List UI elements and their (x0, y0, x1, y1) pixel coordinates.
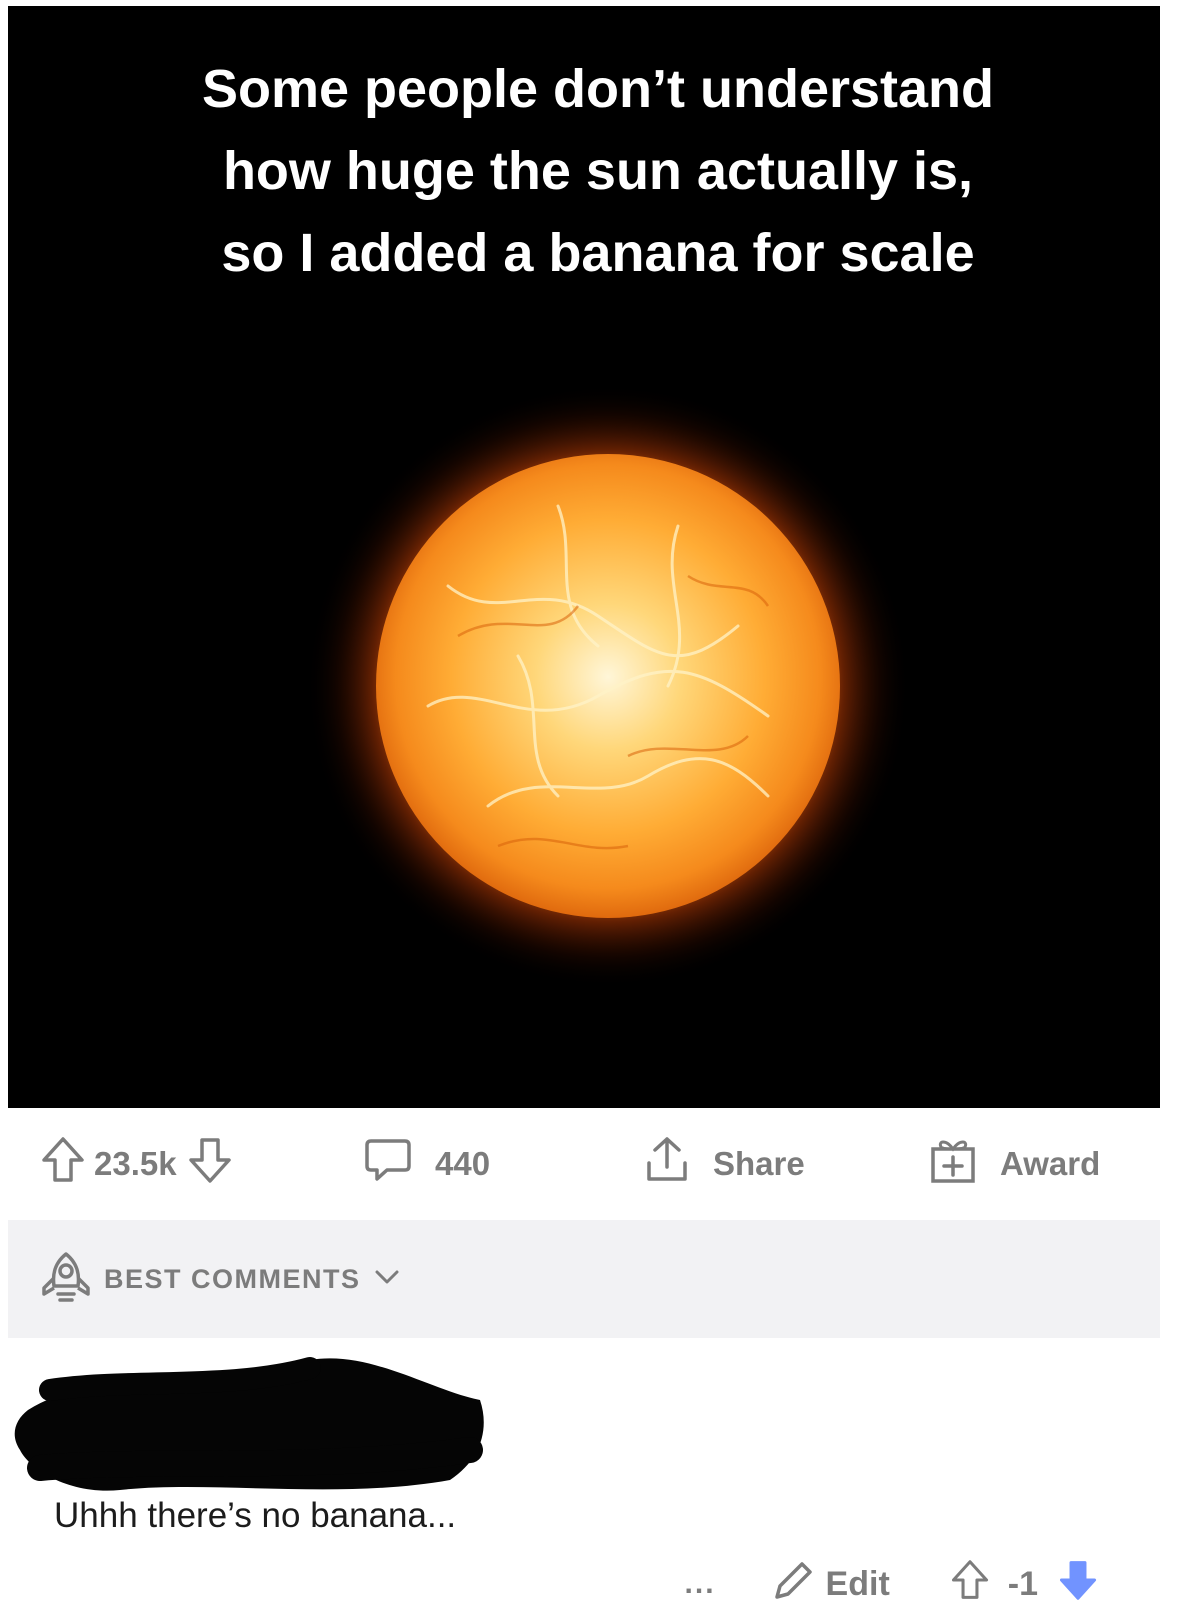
award-label: Award (1000, 1145, 1101, 1182)
comment-actions: ... Edit -1 (685, 1556, 1098, 1612)
chevron-down-icon (373, 1267, 401, 1292)
sun-illustration (306, 384, 910, 988)
comment-sort-bar[interactable]: BEST COMMENTS (8, 1220, 1160, 1338)
comment-score: -1 (1007, 1564, 1038, 1603)
rocket-icon (40, 1250, 92, 1309)
redacted-username-scribble (14, 1357, 484, 1491)
caption-line: so I added a banana for scale (221, 223, 975, 283)
comment-vote-group: -1 (950, 1559, 1098, 1610)
comment: Uhhh there’s no banana... ... Edit -1 (8, 1338, 1160, 1615)
edit-button[interactable]: Edit (772, 1558, 890, 1611)
share-button[interactable]: Share (643, 1135, 805, 1193)
comment-bubble-icon (363, 1136, 413, 1192)
post-vote-group: 23.5k (40, 1136, 233, 1192)
pencil-icon (772, 1558, 816, 1611)
post-action-bar: 23.5k 440 Share Award (8, 1108, 1160, 1220)
comment-count: 440 (435, 1145, 491, 1182)
upvote-icon[interactable] (40, 1136, 86, 1192)
share-icon (643, 1135, 691, 1193)
comment-body: Uhhh there’s no banana... (54, 1496, 457, 1535)
downvote-icon[interactable] (187, 1136, 233, 1192)
comment-upvote-icon[interactable] (950, 1559, 990, 1610)
caption-line: Some people don’t understand (201, 59, 995, 119)
caption-line: how huge the sun actually is, (222, 141, 974, 201)
share-label: Share (713, 1145, 805, 1182)
post-vote-count: 23.5k (94, 1145, 177, 1182)
award-button[interactable]: Award (928, 1138, 1100, 1190)
comments-button[interactable]: 440 (363, 1138, 490, 1190)
gift-icon (928, 1135, 978, 1193)
sort-label: BEST COMMENTS (104, 1263, 361, 1294)
edit-label: Edit (825, 1564, 890, 1603)
meme-caption: Some people don’t understand how huge th… (68, 48, 1128, 294)
post-image[interactable]: Some people don’t understand how huge th… (8, 6, 1160, 1108)
more-options-button[interactable]: ... (685, 1567, 716, 1601)
comment-downvote-icon[interactable] (1058, 1559, 1098, 1610)
